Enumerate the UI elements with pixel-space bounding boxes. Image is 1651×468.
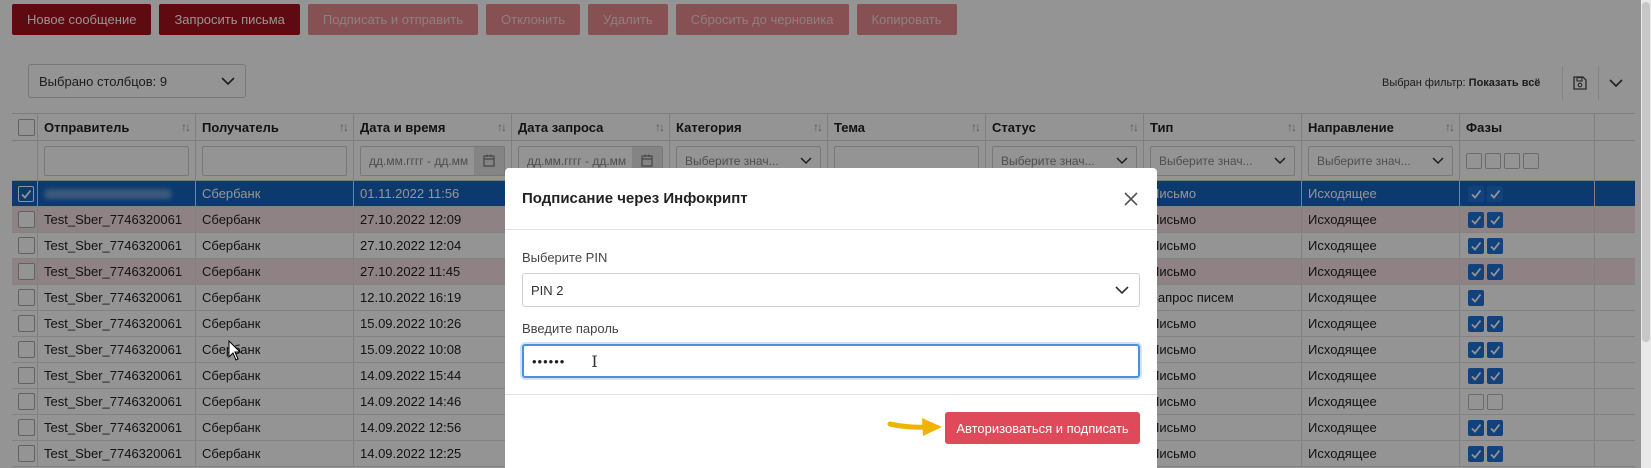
password-value: •••••• <box>532 353 566 369</box>
pin-select-value: PIN 2 <box>531 282 564 298</box>
pin-select[interactable]: PIN 2 <box>522 273 1140 307</box>
signing-dialog: Подписание через Инфокрипт Выберите PIN … <box>505 168 1157 468</box>
password-input[interactable]: •••••• I <box>522 344 1140 378</box>
scrollbar-thumb[interactable] <box>1642 2 1650 342</box>
close-icon <box>1124 191 1138 206</box>
dialog-footer: Авторизоваться и подписать <box>505 394 1157 468</box>
text-cursor-icon: I <box>591 351 599 371</box>
authorize-and-sign-button[interactable]: Авторизоваться и подписать <box>945 412 1140 444</box>
close-button[interactable] <box>1121 189 1141 209</box>
dialog-body: Выберите PIN PIN 2 Введите пароль ••••••… <box>505 230 1157 378</box>
mouse-cursor-icon <box>228 340 242 361</box>
dialog-header: Подписание через Инфокрипт <box>505 168 1157 230</box>
dialog-title: Подписание через Инфокрипт <box>522 190 748 207</box>
pin-label: Выберите PIN <box>522 250 608 265</box>
annotation-arrow-icon <box>887 418 942 436</box>
password-label: Введите пароль <box>522 321 619 336</box>
chevron-down-icon <box>1115 285 1129 294</box>
scrollbar[interactable] <box>1641 0 1651 468</box>
